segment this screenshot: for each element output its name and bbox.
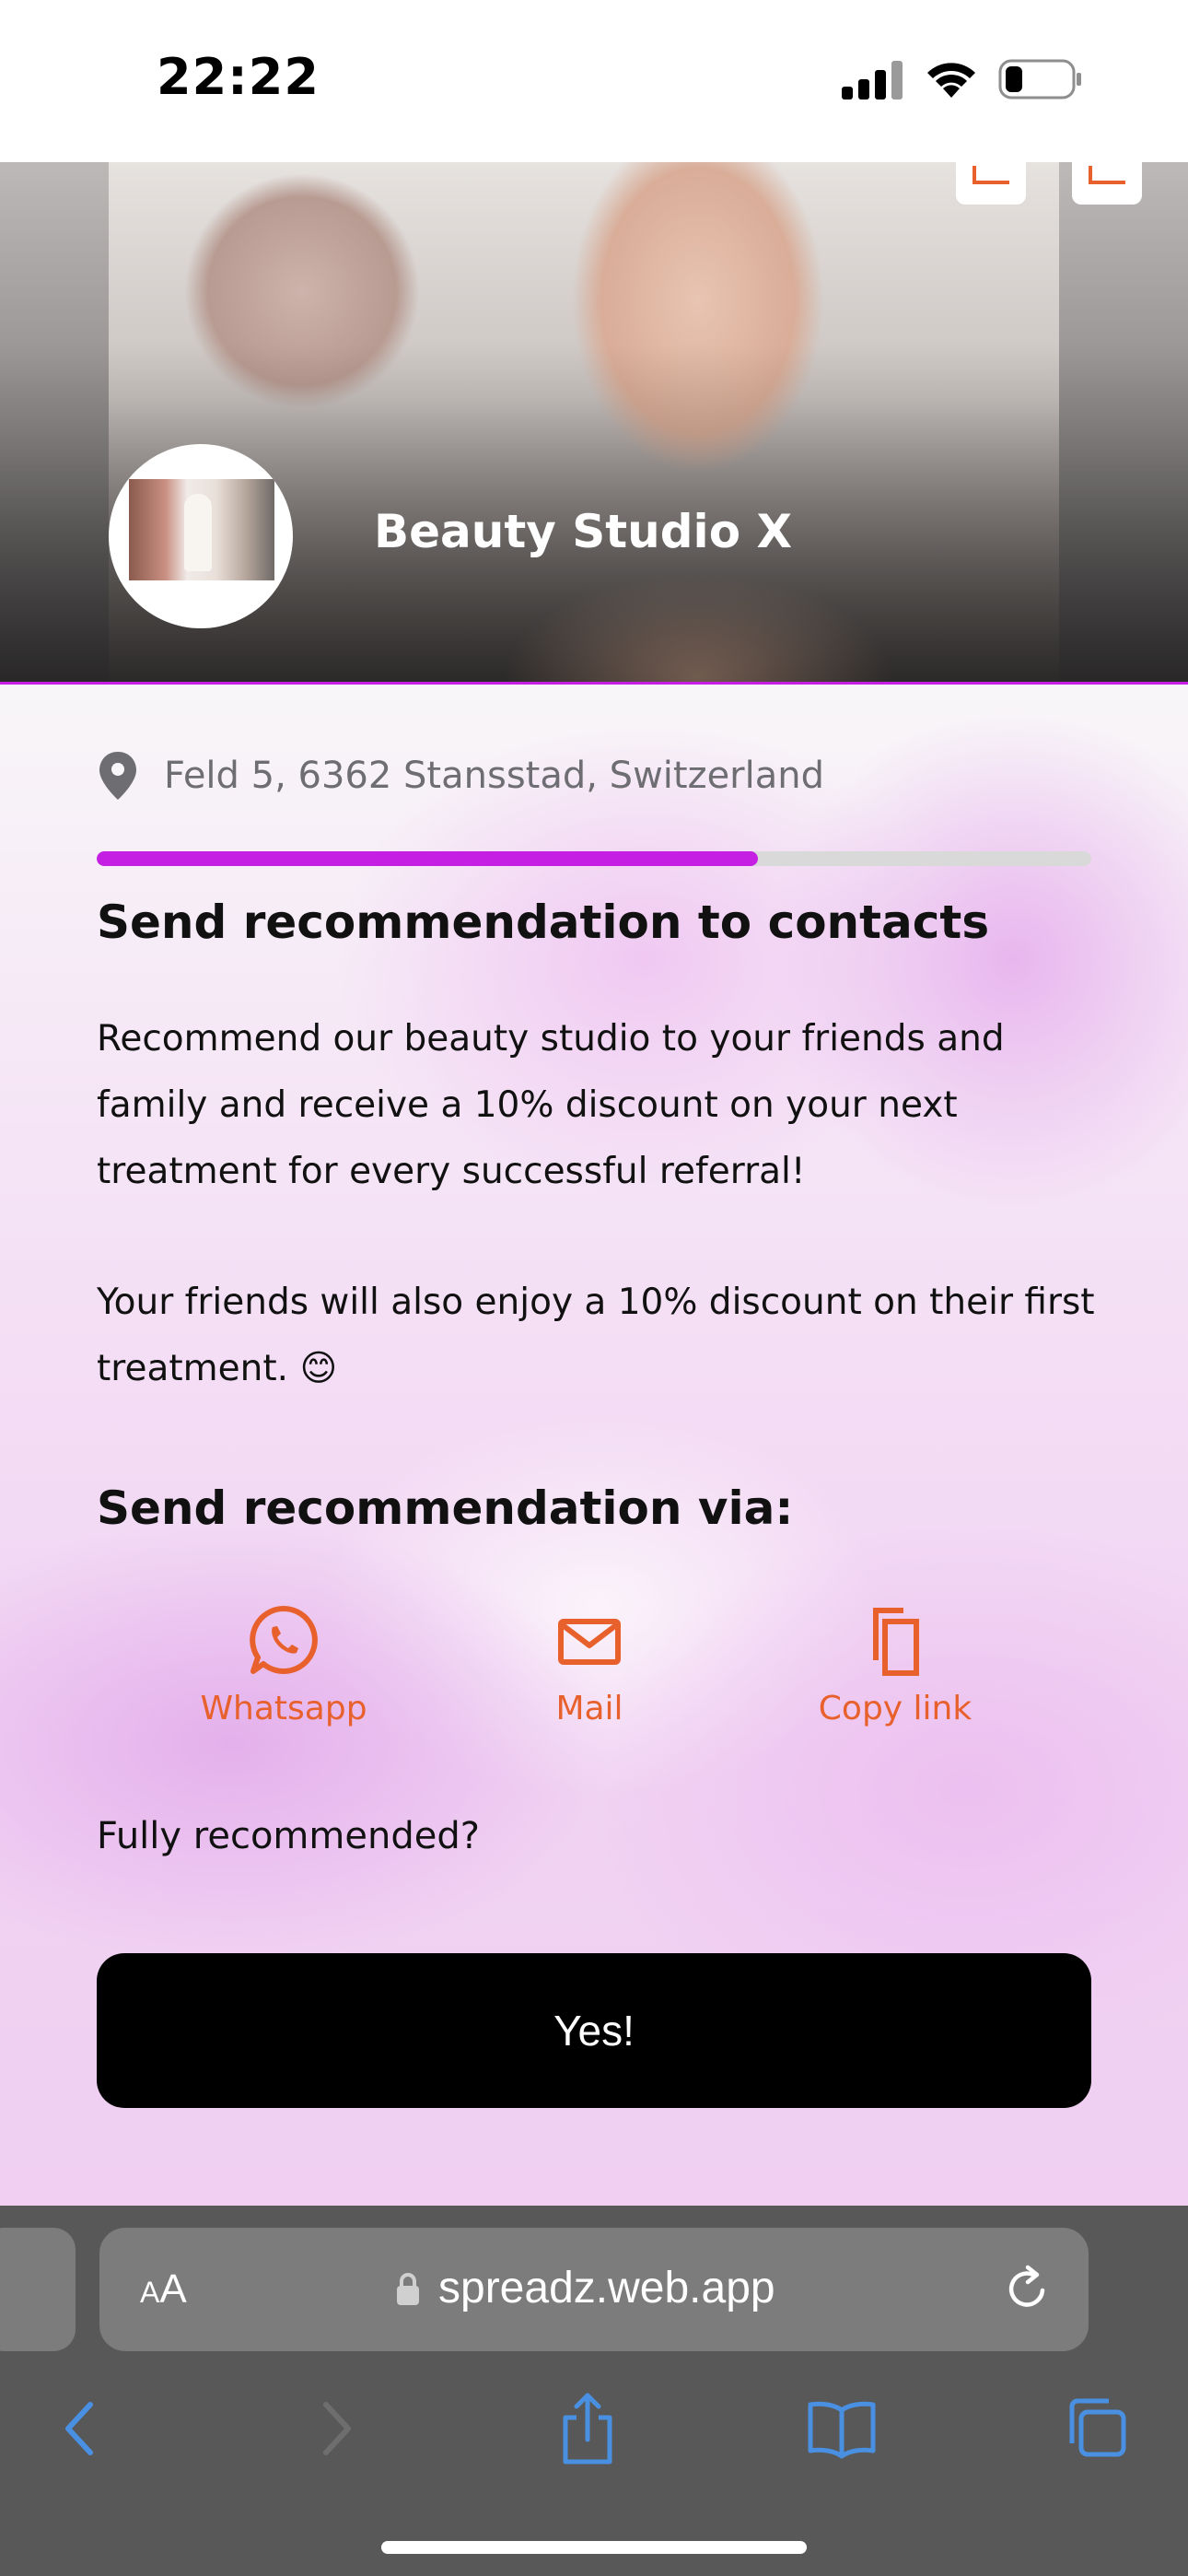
recommendation-text: Recommend our beauty studio to your frie… [97, 1018, 1005, 1192]
copy-link-label: Copy link [818, 1690, 973, 1727]
address-bar[interactable]: AA spreadz.web.app [99, 2228, 1089, 2351]
url-text: spreadz.web.app [438, 2264, 775, 2313]
mail-share-button[interactable]: Mail [470, 1603, 709, 1727]
corner-icon [973, 166, 1009, 184]
lock-icon [397, 2273, 419, 2305]
yes-button[interactable]: Yes! [97, 1953, 1091, 2108]
share-icon[interactable] [549, 2390, 626, 2467]
hero-action-button[interactable] [956, 162, 1026, 205]
studio-avatar [109, 444, 293, 628]
whatsapp-share-button[interactable]: Whatsapp [164, 1603, 403, 1727]
forward-icon[interactable] [298, 2390, 376, 2467]
hero-action-button[interactable] [1072, 162, 1142, 205]
bookmarks-icon[interactable] [803, 2390, 880, 2467]
mail-icon [558, 1619, 621, 1665]
status-bar: 22:22 [0, 0, 1188, 162]
location-pin-icon [99, 752, 136, 800]
studio-name: Beauty Studio X [374, 505, 793, 558]
hero-divider [0, 682, 1188, 685]
home-indicator [381, 2541, 807, 2554]
address-row: Feld 5, 6362 Stansstad, Switzerland [96, 750, 824, 802]
previous-tab[interactable] [0, 2228, 76, 2351]
recommendation-title: Send recommendation to contacts [97, 896, 990, 949]
cellular-signal-icon [842, 61, 903, 100]
share-title: Send recommendation via: [97, 1481, 794, 1535]
status-time: 22:22 [157, 48, 320, 106]
copy-icon [873, 1608, 919, 1676]
hero-banner: Beauty Studio X [0, 162, 1188, 684]
fully-recommended-question: Fully recommended? [97, 1815, 480, 1857]
reload-icon[interactable] [1002, 2263, 1054, 2314]
progress-fill [97, 851, 759, 866]
battery-icon [998, 59, 1081, 100]
whatsapp-label: Whatsapp [200, 1690, 367, 1727]
progress-bar [97, 851, 1091, 866]
copy-link-button[interactable]: Copy link [775, 1603, 1015, 1727]
mail-label: Mail [555, 1690, 623, 1727]
wifi-icon [927, 63, 975, 98]
friends-discount-text: Your friends will also enjoy a 10% disco… [97, 1282, 1095, 1389]
address-text: Feld 5, 6362 Stansstad, Switzerland [164, 755, 824, 797]
whatsapp-icon [250, 1606, 318, 1674]
text-size-button[interactable]: AA [140, 2266, 187, 2313]
browser-chrome: AA spreadz.web.app [0, 2206, 1188, 2576]
tabs-icon[interactable] [1055, 2390, 1133, 2467]
back-icon[interactable] [41, 2390, 118, 2467]
main-content: Feld 5, 6362 Stansstad, Switzerland Send… [0, 684, 1188, 2206]
corner-icon [1089, 166, 1125, 184]
